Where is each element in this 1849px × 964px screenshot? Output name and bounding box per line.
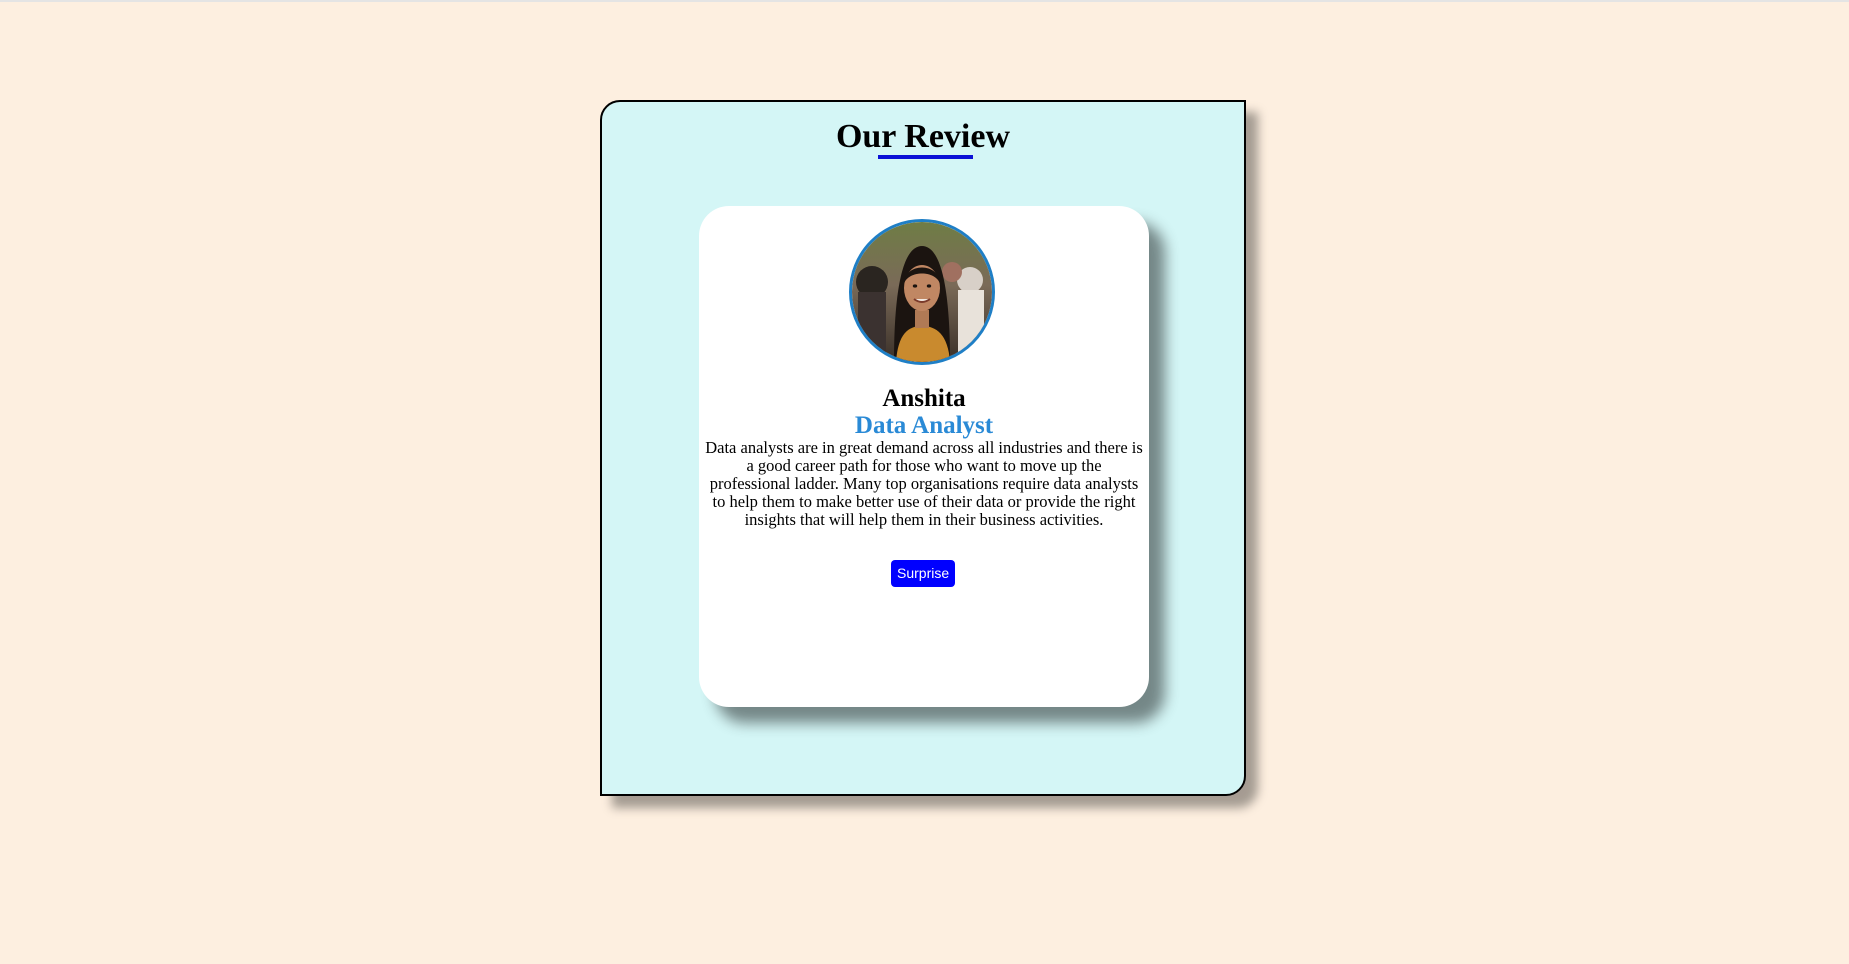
section-title: Our Review [835,118,1011,155]
reviewer-role: Data Analyst [854,412,994,439]
page-top-rule [0,0,1849,2]
title-underline [878,155,973,159]
review-text: Data analysts are in great demand across… [705,438,1143,529]
reviewer-name: Anshita [882,385,966,412]
review-card: Anshita Data Analyst Data analysts are i… [699,206,1149,707]
person-photo-icon [852,222,992,362]
surprise-button[interactable]: Surprise [891,560,956,587]
review-section: Our Review Anshita Data Analyst Data ana… [600,100,1246,796]
avatar [849,219,995,365]
